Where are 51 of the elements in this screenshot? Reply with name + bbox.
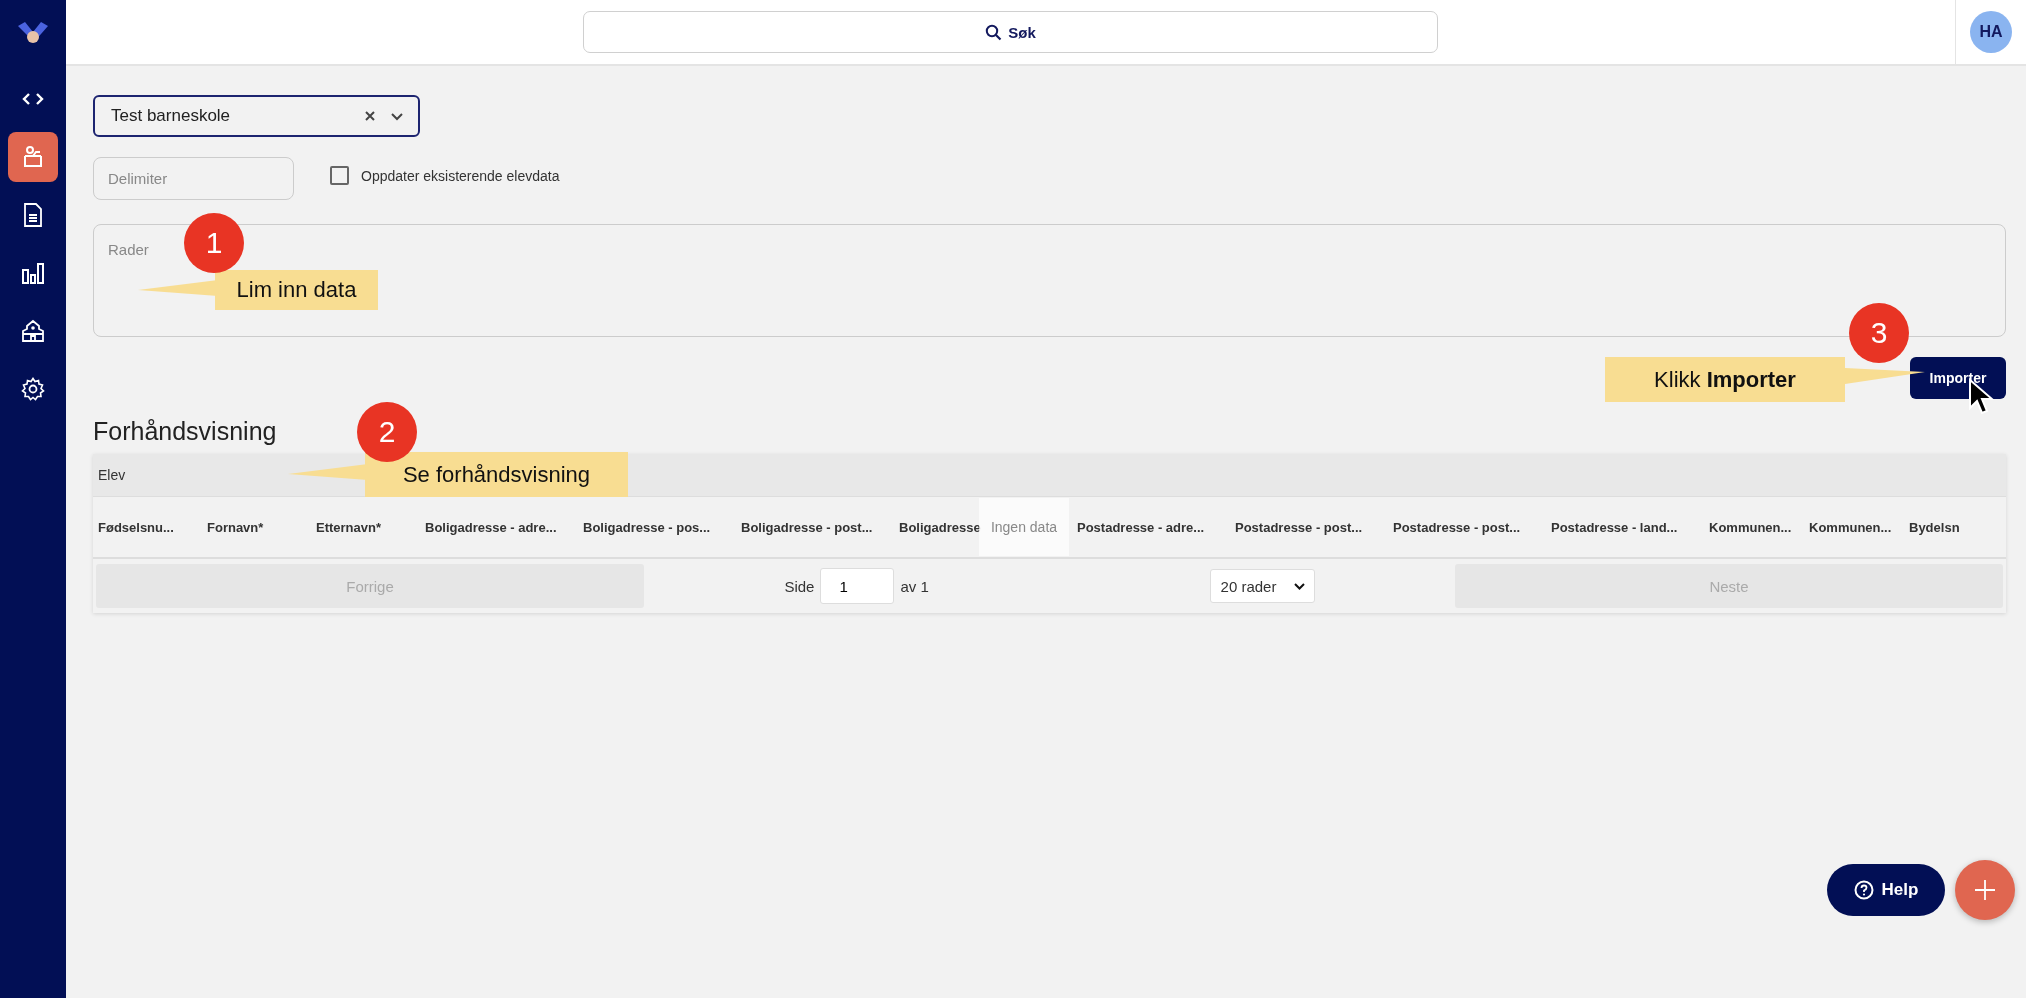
page-label: Side <box>784 577 815 595</box>
document-icon <box>23 203 43 227</box>
page-size-select[interactable]: 20 rader <box>1209 569 1315 603</box>
step-number: 2 <box>357 402 417 462</box>
chevron-down-icon[interactable] <box>390 111 404 121</box>
column-header: Fødselsnu... <box>98 519 175 535</box>
column-header: Postadresse - adre... <box>1077 519 1206 535</box>
search-field[interactable]: Søk <box>583 11 1438 53</box>
column-header: Boligadresse - adre... <box>425 519 558 535</box>
column-header: Etternavn* <box>316 519 383 535</box>
column-header: Postadresse - post... <box>1235 519 1364 535</box>
checkbox[interactable] <box>330 166 349 185</box>
callout-label: Lim inn data <box>215 270 378 310</box>
settings-icon <box>21 377 45 401</box>
column-header: Fornavn* <box>207 519 265 535</box>
select-value: Test barneskole <box>111 106 232 126</box>
column-header: Kommunen... <box>1709 519 1793 535</box>
column-header: Boligadresse - pos... <box>583 519 712 535</box>
callout-label: Klikk Importer <box>1605 357 1845 402</box>
code-icon <box>22 92 44 106</box>
checkbox-label: Oppdater eksisterende elevdata <box>361 167 560 184</box>
page-field[interactable]: 1 <box>820 568 895 604</box>
chevron-down-icon <box>1292 581 1306 591</box>
search-icon <box>985 23 1003 41</box>
nav-item[interactable] <box>8 132 58 182</box>
column-header: Bydelsn <box>1909 519 1961 535</box>
delimiter-field[interactable]: Delimiter <box>93 157 294 200</box>
empty-message: Ingen data <box>979 498 1069 556</box>
column-header: Postadresse - post... <box>1393 519 1522 535</box>
column-header: Postadresse - land... <box>1551 519 1679 535</box>
plus-icon <box>1974 879 1996 901</box>
add-button[interactable] <box>1955 860 2015 920</box>
page-total: av 1 <box>900 577 929 595</box>
bar-chart-icon <box>21 262 45 284</box>
teacher-desk-icon <box>21 145 45 169</box>
column-header: Boligadresse - post... <box>741 519 874 535</box>
search-label: Søk <box>1008 23 1036 41</box>
import-button[interactable]: Importer <box>1910 357 2006 399</box>
school-select[interactable]: Test barneskole <box>93 95 420 137</box>
column-header: Boligadresse <box>899 519 979 535</box>
clear-icon[interactable] <box>364 110 376 122</box>
preview-heading: Forhåndsvisning <box>93 417 277 446</box>
callout-label: Se forhåndsvisning <box>365 452 628 497</box>
step-number: 3 <box>1849 303 1909 363</box>
step-number: 1 <box>184 213 244 273</box>
help-icon <box>1853 880 1874 900</box>
help-button[interactable]: Help <box>1827 864 1945 916</box>
school-icon <box>21 319 45 343</box>
column-header: Kommunen... <box>1809 519 1893 535</box>
avatar[interactable]: HA <box>1970 11 2012 53</box>
logo-icon <box>16 20 50 46</box>
